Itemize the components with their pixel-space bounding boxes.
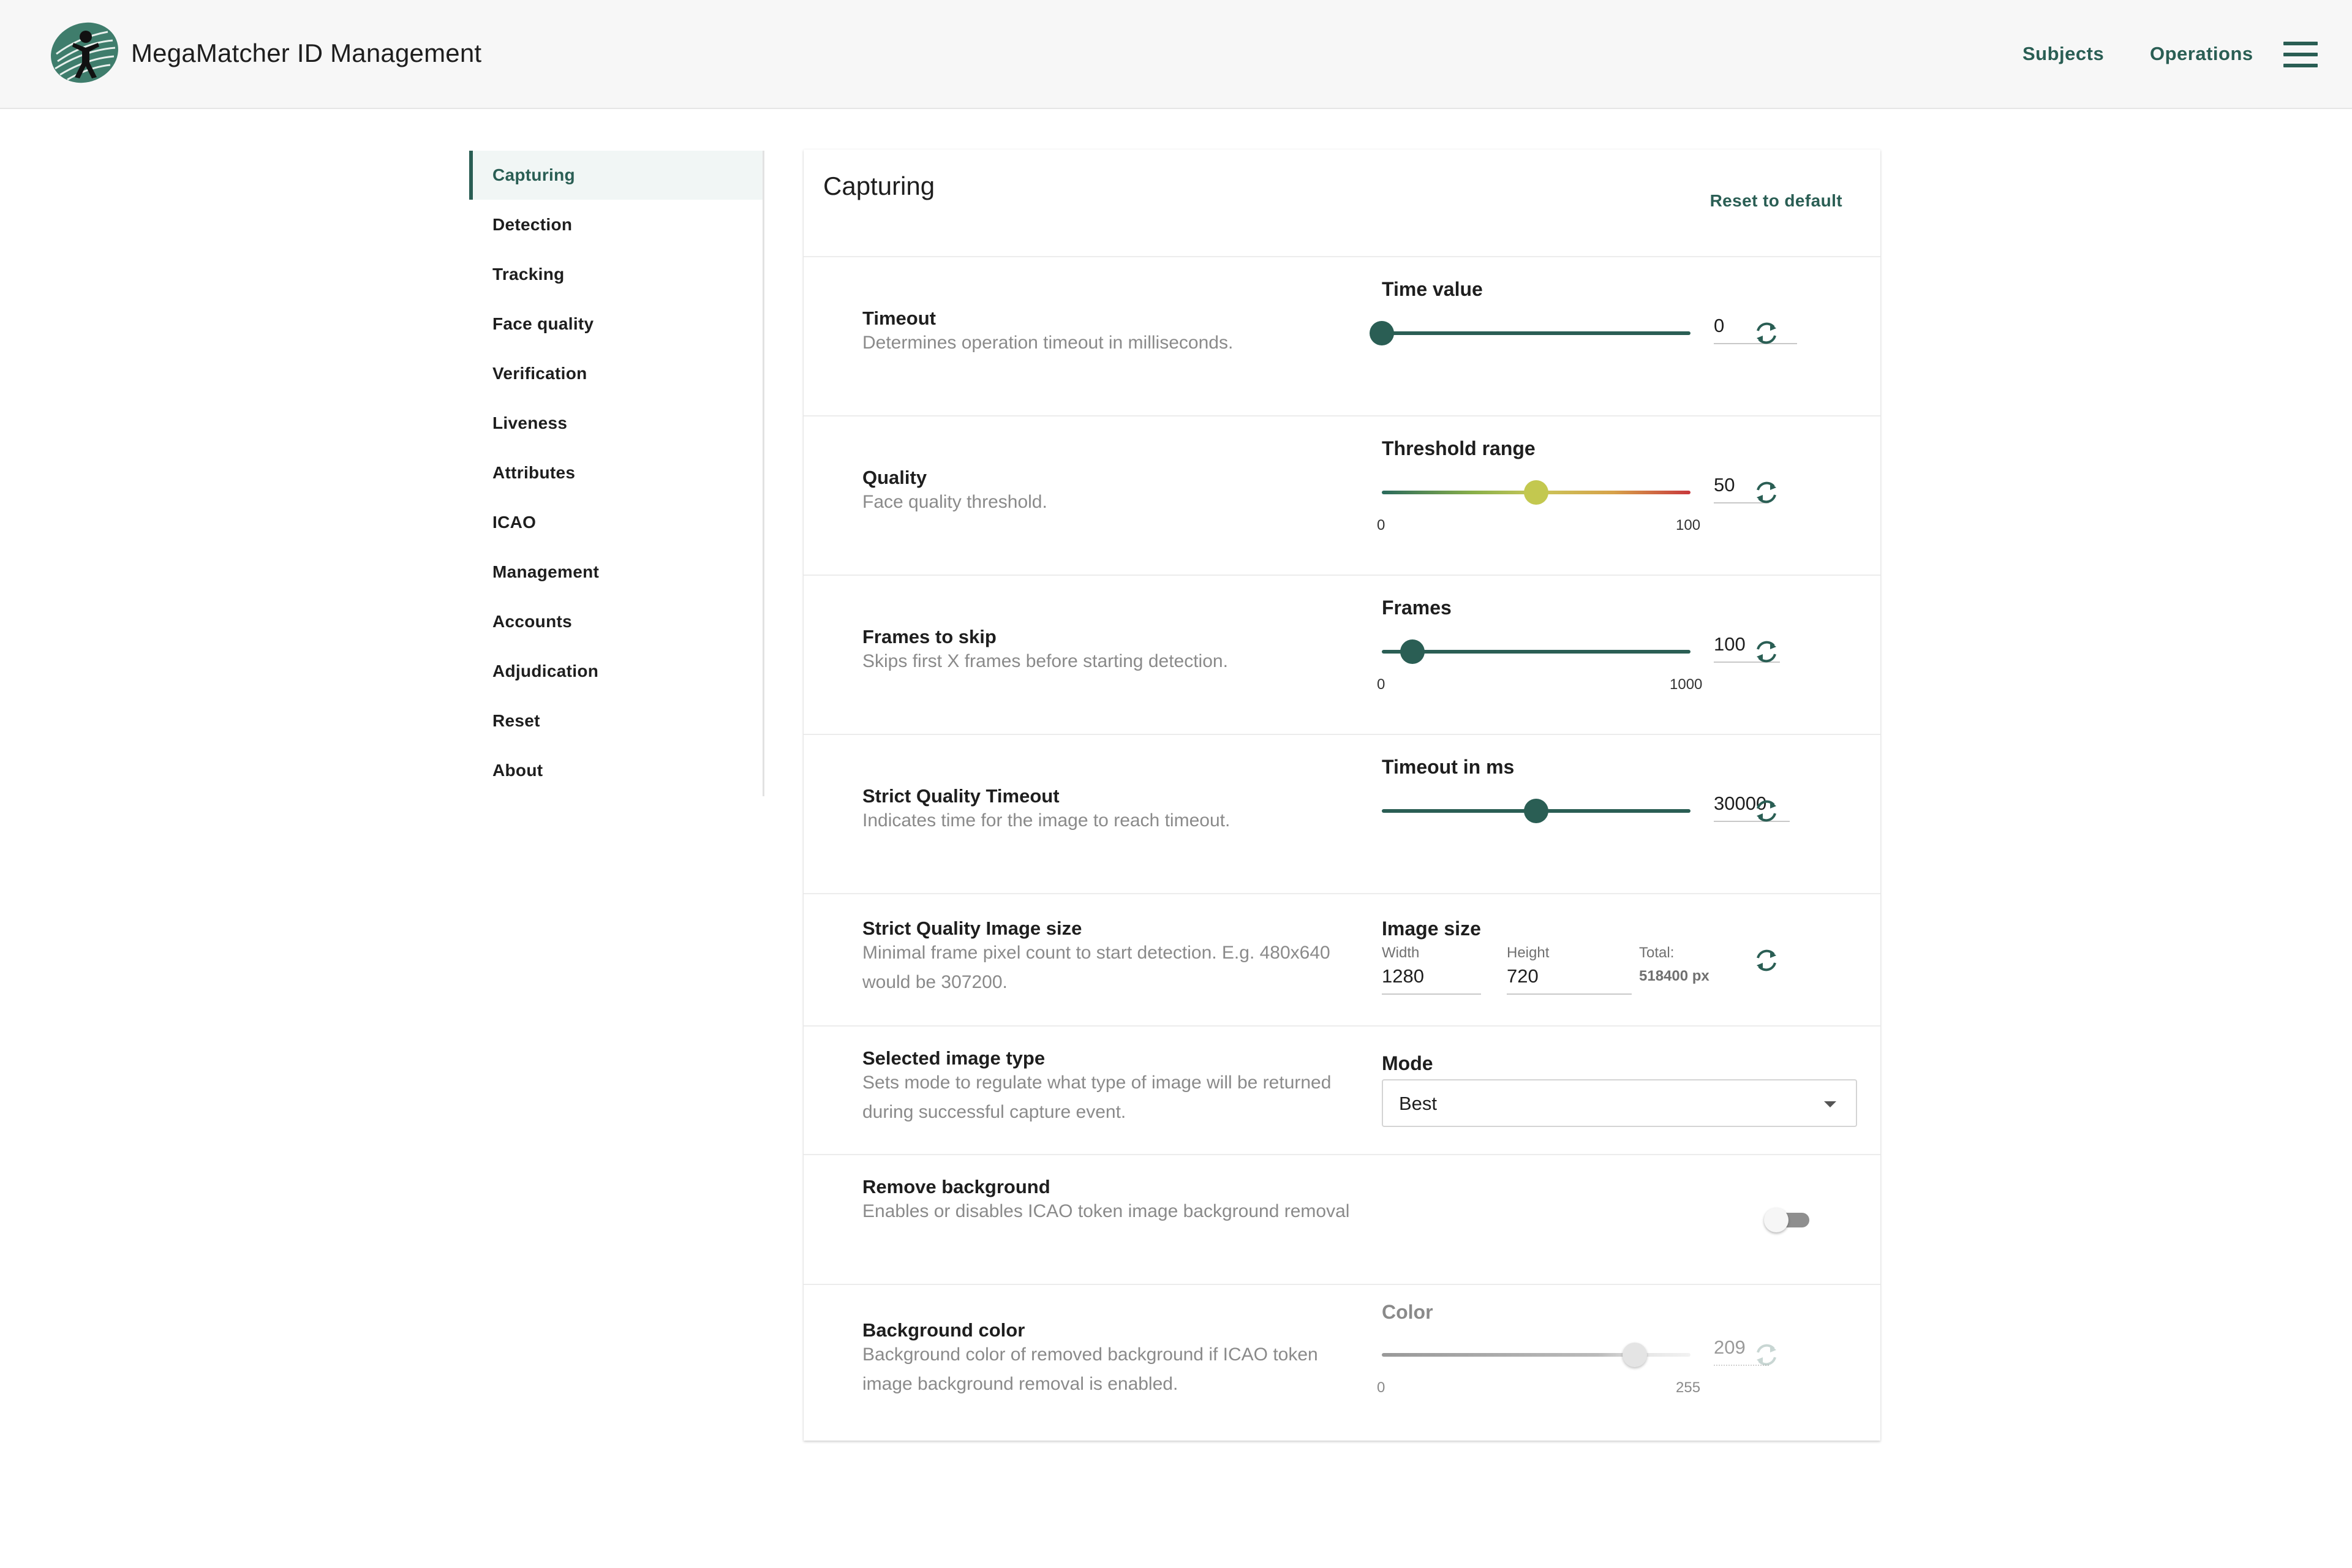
setting-description: Indicates time for the image to reach ti…	[862, 810, 1231, 831]
sidebar-item-liveness[interactable]: Liveness	[469, 399, 763, 448]
strict-timeout-slider[interactable]	[1382, 793, 1691, 829]
setting-description: Determines operation timeout in millisec…	[862, 333, 1234, 353]
sidebar-item-about[interactable]: About	[469, 746, 763, 795]
app-title: MegaMatcher ID Management	[131, 39, 482, 67]
control-title: Time value	[1382, 278, 1483, 300]
setting-row-background-color: Background color Background color of rem…	[804, 1285, 1880, 1439]
page-title: Capturing	[823, 172, 935, 200]
sidebar-item-accounts[interactable]: Accounts	[469, 597, 763, 646]
setting-row-quality: Quality Face quality threshold. Threshol…	[804, 417, 1880, 575]
frames-slider[interactable]	[1382, 633, 1691, 670]
slider-max-label: 100	[1676, 517, 1701, 533]
app-header: MegaMatcher ID Management Subjects Opera…	[0, 0, 2352, 109]
width-input[interactable]: 1280	[1382, 963, 1481, 995]
refresh-icon	[1757, 1344, 1776, 1366]
slider-max-label: 255	[1676, 1379, 1701, 1396]
sidebar-item-detection[interactable]: Detection	[469, 200, 763, 249]
slider-thumb[interactable]	[1524, 480, 1548, 505]
sidebar-item-face-quality[interactable]: Face quality	[469, 300, 763, 349]
height-label: Height	[1507, 944, 1550, 961]
control-title: Mode	[1382, 1052, 1433, 1074]
height-input[interactable]: 720	[1507, 963, 1632, 995]
refresh-icon[interactable]	[1752, 318, 1781, 348]
slider-thumb[interactable]	[1370, 321, 1394, 345]
setting-row-frames-to-skip: Frames to skip Skips first X frames befo…	[804, 576, 1880, 734]
chevron-down-icon	[1824, 1101, 1836, 1107]
slider-thumb[interactable]	[1524, 799, 1548, 823]
timeout-slider[interactable]	[1370, 315, 1691, 352]
setting-label: Timeout	[862, 307, 936, 329]
mode-select-value: Best	[1399, 1093, 1438, 1114]
setting-label: Strict Quality Image size	[862, 918, 1082, 939]
setting-label: Background color	[862, 1319, 1025, 1341]
sidebar-item-reset[interactable]: Reset	[469, 696, 763, 745]
setting-description: Minimal frame pixel count to start detec…	[862, 943, 1330, 992]
control-title: Timeout in ms	[1382, 756, 1515, 778]
reset-to-default-button[interactable]: Reset to default	[1710, 191, 1842, 211]
sidebar-item-capturing[interactable]: Capturing	[469, 151, 763, 200]
total-value: 518400 px	[1639, 968, 1709, 984]
setting-description: Enables or disables ICAO token image bac…	[862, 1201, 1350, 1221]
mode-select[interactable]: Best	[1382, 1079, 1857, 1127]
refresh-icon[interactable]	[1752, 478, 1781, 507]
setting-row-strict-quality-timeout: Strict Quality Timeout Indicates time fo…	[804, 735, 1880, 893]
sidebar-item-tracking[interactable]: Tracking	[469, 250, 763, 299]
control-title: Color	[1382, 1301, 1433, 1323]
width-label: Width	[1382, 944, 1420, 961]
setting-label: Quality	[862, 467, 927, 488]
nav-subjects[interactable]: Subjects	[2022, 43, 2104, 65]
fingerprint-person-logo[interactable]	[49, 18, 120, 87]
slider-min-label: 0	[1377, 1379, 1385, 1396]
setting-description: Skips first X frames before starting det…	[862, 651, 1228, 671]
slider-max-label: 1000	[1670, 676, 1703, 693]
sidebar-item-verification[interactable]: Verification	[469, 349, 763, 398]
control-title: Frames	[1382, 597, 1452, 619]
control-title: Threshold range	[1382, 437, 1536, 459]
toggle-knob	[1764, 1208, 1789, 1232]
setting-label: Strict Quality Timeout	[862, 785, 1060, 807]
sidebar-item-adjudication[interactable]: Adjudication	[469, 647, 763, 696]
setting-description: Sets mode to regulate what type of image…	[862, 1072, 1332, 1122]
refresh-icon[interactable]	[1752, 796, 1781, 826]
slider-min-label: 0	[1377, 676, 1385, 693]
sidebar-item-attributes[interactable]: Attributes	[469, 448, 763, 497]
refresh-icon[interactable]	[1752, 946, 1781, 975]
background-color-slider	[1382, 1336, 1691, 1373]
setting-label: Frames to skip	[862, 626, 997, 647]
remove-background-toggle[interactable]	[1764, 1202, 1812, 1238]
sidebar-item-management[interactable]: Management	[469, 548, 763, 597]
setting-description: Face quality threshold.	[862, 492, 1047, 512]
setting-label: Remove background	[862, 1176, 1050, 1197]
slider-min-label: 0	[1377, 517, 1385, 533]
total-label: Total:	[1639, 944, 1675, 961]
slider-thumb[interactable]	[1400, 639, 1425, 664]
nav-operations[interactable]: Operations	[2150, 43, 2253, 65]
slider-track	[1382, 331, 1691, 335]
slider-thumb	[1623, 1343, 1648, 1367]
control-title: Image size	[1382, 918, 1481, 940]
setting-label: Selected image type	[862, 1047, 1046, 1069]
hamburger-menu-icon[interactable]	[2283, 42, 2318, 67]
refresh-icon[interactable]	[1752, 637, 1781, 666]
slider-track	[1382, 650, 1691, 654]
setting-row-strict-quality-image-size: Strict Quality Image size Minimal frame …	[804, 894, 1880, 1025]
setting-row-timeout: Timeout Determines operation timeout in …	[804, 257, 1880, 415]
settings-card: Capturing Reset to default Timeout Deter…	[804, 149, 1880, 1441]
setting-description: Background color of removed background i…	[862, 1344, 1318, 1394]
settings-sidebar: Capturing Detection Tracking Face qualit…	[469, 151, 764, 796]
setting-row-selected-image-type: Selected image type Sets mode to regulat…	[804, 1027, 1880, 1154]
sidebar-item-icao[interactable]: ICAO	[469, 498, 763, 547]
setting-row-remove-background: Remove background Enables or disables IC…	[804, 1155, 1880, 1284]
quality-slider[interactable]	[1382, 474, 1691, 511]
